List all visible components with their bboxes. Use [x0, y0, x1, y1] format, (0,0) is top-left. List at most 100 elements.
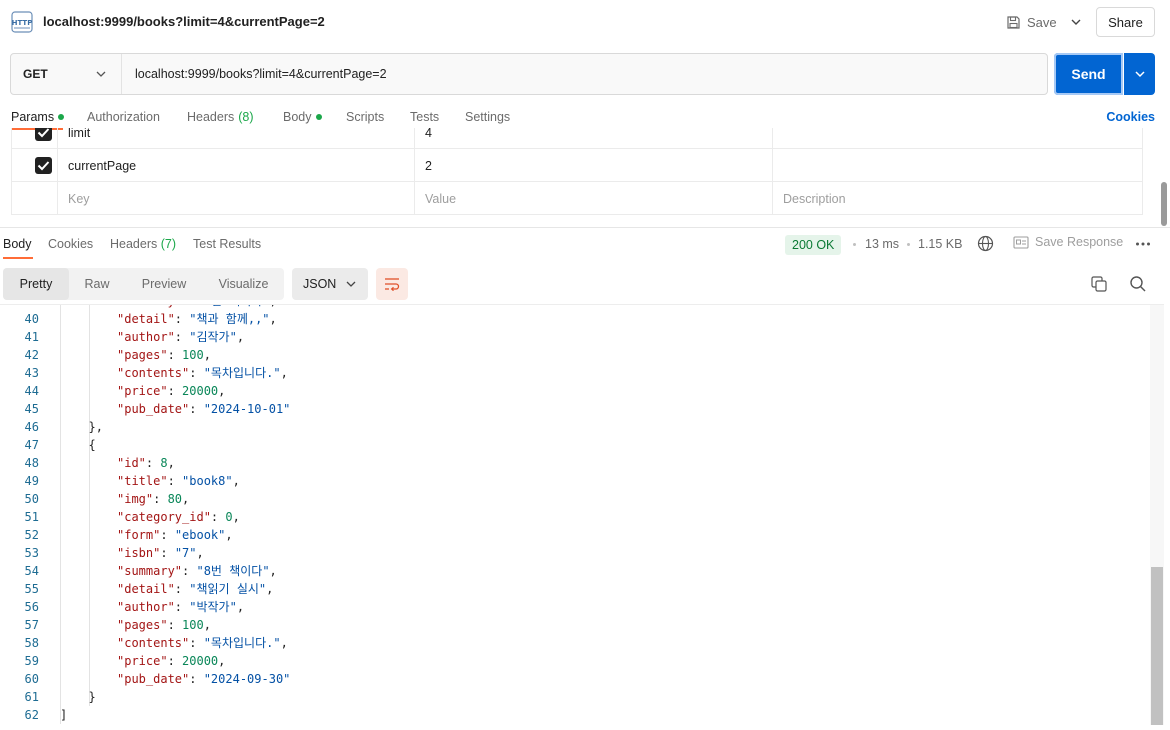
- search-icon[interactable]: [1129, 275, 1147, 293]
- tab-response-cookies[interactable]: Cookies: [48, 237, 93, 251]
- line-number: 46: [24, 420, 39, 434]
- json-string: "목차입니다.": [203, 366, 281, 380]
- code-line: 55 "detail": "책읽기 실시",: [0, 580, 1150, 598]
- code-line: 49 "title": "book8",: [0, 472, 1150, 490]
- format-pretty[interactable]: Pretty: [3, 268, 69, 300]
- param-value-input[interactable]: Value: [415, 182, 773, 215]
- pane-divider[interactable]: [0, 227, 1170, 228]
- tab-headers-label: Headers: [187, 110, 235, 124]
- chevron-down-icon[interactable]: [1067, 13, 1085, 31]
- line-content: "pages": 100,: [117, 618, 211, 632]
- code-line: 61}: [0, 688, 1150, 706]
- separator-dot: [853, 243, 856, 246]
- json-key: "pages": [117, 618, 168, 632]
- param-key[interactable]: currentPage: [57, 149, 415, 182]
- line-number: 59: [24, 654, 39, 668]
- line-content: "pages": 100,: [117, 348, 211, 362]
- save-button[interactable]: Save: [1006, 10, 1057, 34]
- save-response-label: Save Response: [1035, 235, 1124, 249]
- tab-response-headers[interactable]: Headers (7): [110, 237, 176, 251]
- line-content: "img": 80,: [117, 492, 190, 506]
- json-string: "8번 책이다": [196, 564, 270, 578]
- request-tabs: Params Authorization Headers (8) Body Sc…: [0, 104, 1170, 130]
- send-options-button[interactable]: [1124, 53, 1155, 95]
- tab-authorization[interactable]: Authorization: [87, 110, 160, 124]
- line-content: "category_id": 0,: [117, 510, 240, 524]
- json-number: 20000: [182, 384, 219, 398]
- format-preview[interactable]: Preview: [125, 268, 203, 300]
- line-number: 49: [24, 474, 39, 488]
- tab-response-body[interactable]: Body: [3, 237, 32, 251]
- param-key-input[interactable]: Key: [57, 182, 415, 215]
- chevron-down-icon[interactable]: [344, 277, 358, 291]
- params-scrollbar[interactable]: [1161, 182, 1167, 226]
- tab-settings[interactable]: Settings: [465, 110, 510, 124]
- tab-params[interactable]: Params: [11, 110, 65, 124]
- code-line: 58 "contents": "목차입니다.",: [0, 634, 1150, 652]
- code-line: 53 "isbn": "7",: [0, 544, 1150, 562]
- tab-test-results[interactable]: Test Results: [193, 237, 261, 251]
- param-checkbox[interactable]: [35, 157, 52, 174]
- json-string: "2024-10-01": [203, 402, 291, 416]
- copy-icon[interactable]: [1090, 275, 1108, 293]
- param-value[interactable]: 4: [415, 128, 773, 149]
- line-number: 57: [24, 618, 39, 632]
- save-response-button[interactable]: Save Response: [1013, 235, 1123, 249]
- json-string: "7": [174, 546, 197, 560]
- code-line: 52 "form": "ebook",: [0, 526, 1150, 544]
- param-key[interactable]: limit: [57, 128, 415, 149]
- format-raw[interactable]: Raw: [69, 268, 125, 300]
- response-body-viewer[interactable]: 39"summary": "7번 책이다",40"detail": "책과 함께…: [0, 305, 1150, 730]
- request-title[interactable]: localhost:9999/books?limit=4&currentPage…: [43, 14, 325, 29]
- language-label: JSON: [303, 277, 337, 291]
- code-scrollbar-thumb[interactable]: [1151, 567, 1163, 725]
- code-line: 43 "contents": "목차입니다.",: [0, 364, 1150, 382]
- line-number: 48: [24, 456, 39, 470]
- share-button[interactable]: Share: [1096, 7, 1155, 37]
- save-label: Save: [1027, 14, 1057, 30]
- url-input[interactable]: localhost:9999/books?limit=4&currentPage…: [135, 67, 387, 81]
- send-button[interactable]: Send: [1054, 53, 1123, 95]
- line-content: "contents": "목차입니다.",: [117, 366, 288, 380]
- separator-dot: [907, 243, 910, 246]
- line-content: ]: [60, 708, 68, 722]
- json-string: "김작가": [189, 330, 237, 344]
- line-number: 45: [24, 402, 39, 416]
- chevron-down-icon[interactable]: [94, 67, 108, 81]
- response-time[interactable]: 13 ms: [865, 237, 899, 251]
- line-number: 61: [24, 690, 39, 704]
- line-content: "form": "ebook",: [117, 528, 233, 542]
- json-string: "7번 책이다": [196, 305, 269, 308]
- line-content: "detail": "책과 함께,,",: [117, 312, 277, 326]
- status-badge[interactable]: 200 OK: [785, 235, 842, 255]
- param-checkbox[interactable]: [35, 128, 52, 141]
- response-size[interactable]: 1.15 KB: [918, 237, 962, 251]
- line-content: "id": 8,: [117, 456, 175, 470]
- param-value[interactable]: 2: [415, 149, 773, 182]
- response-headers-count: (7): [160, 237, 177, 251]
- code-line: 47 {: [0, 436, 1150, 454]
- json-key: "pages": [117, 348, 168, 362]
- tab-body[interactable]: Body: [283, 110, 322, 124]
- params-table: limit 4 currentPage 2 Key Value Descript…: [11, 128, 1143, 216]
- tab-scripts[interactable]: Scripts: [346, 110, 384, 124]
- json-string: "book8": [182, 474, 233, 488]
- format-visualize[interactable]: Visualize: [203, 268, 284, 300]
- save-response-icon: [1013, 235, 1029, 249]
- line-number: 43: [24, 366, 39, 380]
- param-description[interactable]: [773, 149, 1143, 182]
- line-content: }: [88, 690, 96, 704]
- tab-tests[interactable]: Tests: [410, 110, 439, 124]
- wrap-lines-button[interactable]: [376, 268, 408, 300]
- code-line: 48 "id": 8,: [0, 454, 1150, 472]
- format-selector: Pretty Raw Preview Visualize: [3, 268, 284, 300]
- line-number: 54: [24, 564, 39, 578]
- json-key: "form": [117, 528, 161, 542]
- tab-headers[interactable]: Headers (8): [187, 110, 254, 124]
- globe-icon[interactable]: [977, 235, 994, 252]
- param-description-input[interactable]: Description: [773, 182, 1143, 215]
- more-icon[interactable]: [1135, 241, 1151, 247]
- param-description[interactable]: [773, 128, 1143, 149]
- cookies-link[interactable]: Cookies: [1106, 110, 1155, 124]
- json-string: "책읽기 실시": [189, 582, 267, 596]
